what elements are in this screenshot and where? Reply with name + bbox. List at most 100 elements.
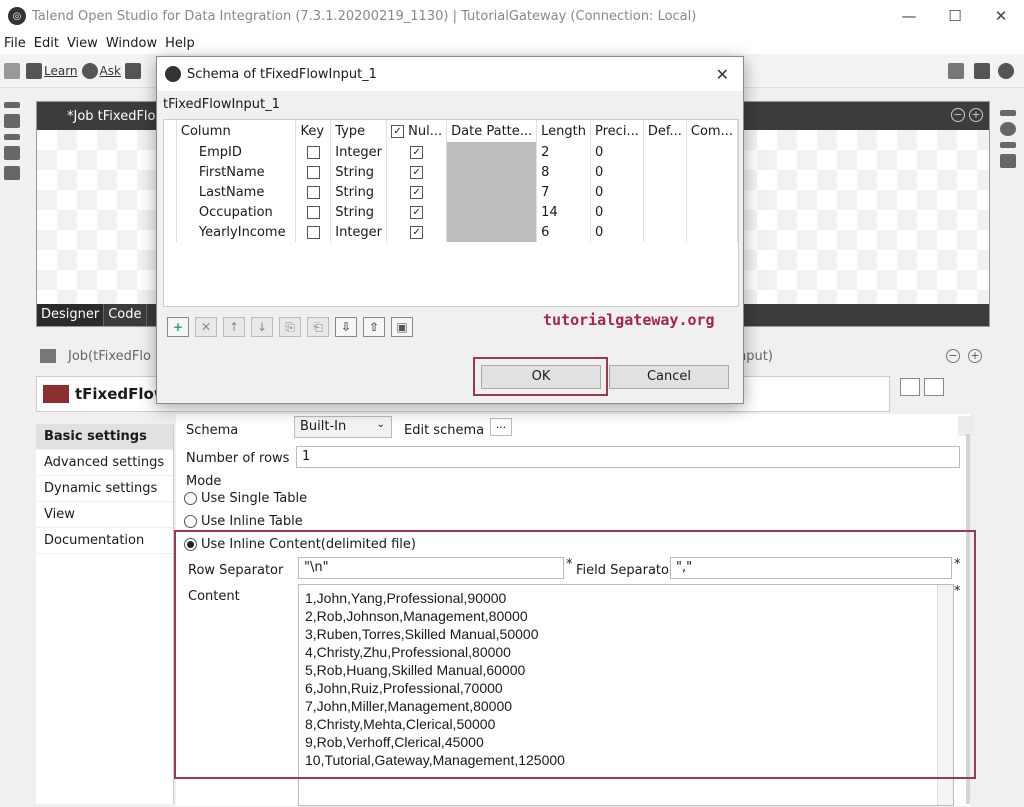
restore-icon-right[interactable] (1000, 110, 1016, 116)
palette-right-icon[interactable] (1000, 122, 1016, 136)
cell-column[interactable]: LastName (176, 182, 297, 202)
copy-icon[interactable]: ⎘ (279, 317, 301, 337)
learn-button[interactable]: Learn (26, 62, 78, 79)
tab-code[interactable]: Code (104, 304, 147, 326)
restore-icon-right-2[interactable] (1000, 142, 1016, 148)
save-toolbar-button[interactable] (4, 62, 22, 79)
menu-view[interactable]: View (63, 36, 102, 51)
maximize-panel-icon[interactable]: + (969, 108, 983, 122)
cancel-button[interactable]: Cancel (609, 365, 729, 389)
cell-length[interactable]: 6 (536, 222, 592, 242)
table-row[interactable]: EmpID Integer ✓ 2 0 (164, 142, 739, 162)
checkbox-checked[interactable]: ✓ (391, 124, 405, 138)
menu-edit[interactable]: Edit (30, 36, 63, 51)
minimize-panel-icon[interactable]: − (951, 108, 965, 122)
exchange-button[interactable] (124, 62, 143, 79)
move-down-icon[interactable]: ↓ (251, 317, 273, 337)
remove-row-icon[interactable]: ✕ (195, 317, 217, 337)
table-row[interactable]: YearlyIncome Integer ✓ 6 0 (164, 222, 739, 242)
cell-precision[interactable]: 0 (590, 222, 644, 242)
menu-window[interactable]: Window (102, 36, 161, 51)
cell-type[interactable]: String (330, 182, 388, 202)
menu-help[interactable]: Help (161, 36, 199, 51)
rows-input[interactable]: 1 (296, 446, 960, 468)
nullable-checkbox[interactable]: ✓ (410, 145, 424, 159)
col-header-default[interactable]: Def... (643, 120, 687, 142)
cell-type[interactable]: String (330, 162, 388, 182)
minimize-button[interactable]: — (886, 0, 932, 32)
key-checkbox[interactable] (306, 205, 320, 219)
cell-type[interactable]: String (330, 202, 388, 222)
import-icon[interactable]: ⇩ (335, 317, 357, 337)
key-checkbox[interactable] (306, 225, 320, 239)
key-checkbox[interactable] (306, 185, 320, 199)
ask-button[interactable]: Ask (81, 62, 121, 79)
scroll-up-arrow[interactable] (958, 416, 974, 436)
tab-designer[interactable]: Designer (37, 304, 105, 326)
cell-length[interactable]: 8 (536, 162, 592, 182)
nav-dynamic-settings[interactable]: Dynamic settings (36, 476, 173, 502)
perspective-button-3[interactable] (998, 62, 1016, 79)
cell-type[interactable]: Integer (330, 142, 388, 162)
outline-icon[interactable] (4, 166, 20, 180)
col-header-key[interactable]: Key (295, 120, 332, 142)
ok-button[interactable]: OK (481, 365, 601, 389)
col-header-nullable[interactable]: ✓ Nul... (386, 120, 448, 142)
move-up-icon[interactable]: ↑ (223, 317, 245, 337)
col-header-length[interactable]: Length (536, 120, 592, 142)
schema-select[interactable]: Built-In ⌄ (294, 416, 392, 438)
col-header-column[interactable]: Column (176, 120, 297, 142)
key-checkbox[interactable] (306, 145, 320, 159)
cell-precision[interactable]: 0 (590, 162, 644, 182)
nullable-checkbox[interactable]: ✓ (410, 225, 424, 239)
table-row[interactable]: FirstName String ✓ 8 0 (164, 162, 739, 182)
cell-column[interactable]: EmpID (176, 142, 297, 162)
add-row-icon[interactable]: + (167, 317, 189, 337)
nullable-checkbox[interactable]: ✓ (410, 165, 424, 179)
help-icon[interactable] (1000, 154, 1016, 168)
table-row[interactable]: LastName String ✓ 7 0 (164, 182, 739, 202)
perspective-button-1[interactable] (948, 62, 966, 79)
maximize-button[interactable]: ☐ (932, 0, 978, 32)
col-header-type[interactable]: Type (330, 120, 388, 142)
nullable-checkbox[interactable]: ✓ (410, 205, 424, 219)
cell-precision[interactable]: 0 (590, 182, 644, 202)
cell-length[interactable]: 7 (536, 182, 592, 202)
cell-length[interactable]: 2 (536, 142, 592, 162)
dialog-close-button[interactable]: ✕ (716, 65, 729, 84)
table-row[interactable]: Occupation String ✓ 14 0 (164, 202, 739, 222)
col-header-comment[interactable]: Com... (686, 120, 739, 142)
perspective-button-2[interactable] (974, 62, 992, 79)
nav-basic-settings[interactable]: Basic settings (36, 424, 173, 450)
restore-icon-2[interactable] (4, 134, 20, 140)
palette-icon[interactable] (4, 146, 20, 160)
close-window-button[interactable]: ✕ (978, 0, 1024, 32)
nav-view[interactable]: View (36, 502, 173, 528)
key-checkbox[interactable] (306, 165, 320, 179)
edit-schema-button[interactable]: ... (490, 418, 512, 436)
restore-icon[interactable] (4, 102, 20, 108)
nav-advanced-settings[interactable]: Advanced settings (36, 450, 173, 476)
paste-icon[interactable]: ⎗ (307, 317, 329, 337)
layout-grid-icon[interactable] (900, 378, 920, 396)
col-header-date-pattern[interactable]: Date Patte... (446, 120, 538, 142)
menu-file[interactable]: File (0, 36, 30, 51)
job-tab-title[interactable]: *Job tFixedFlo (67, 109, 156, 124)
layout-toggle-icons[interactable] (900, 378, 946, 398)
home-icon[interactable] (4, 114, 20, 128)
cell-column[interactable]: YearlyIncome (176, 222, 297, 242)
cell-length[interactable]: 14 (536, 202, 592, 222)
cell-precision[interactable]: 0 (590, 142, 644, 162)
cell-type[interactable]: Integer (330, 222, 388, 242)
col-header-precision[interactable]: Preci... (590, 120, 644, 142)
save-schema-icon[interactable]: ▣ (391, 317, 413, 337)
minimize-view-icon[interactable]: − (946, 349, 960, 363)
maximize-view-icon[interactable]: + (968, 349, 982, 363)
cell-column[interactable]: Occupation (176, 202, 297, 222)
cell-precision[interactable]: 0 (590, 202, 644, 222)
export-icon[interactable]: ⇧ (363, 317, 385, 337)
cell-column[interactable]: FirstName (176, 162, 297, 182)
layout-list-icon[interactable] (924, 378, 944, 396)
nav-documentation[interactable]: Documentation (36, 528, 173, 554)
radio-inline-table[interactable]: Use Inline Table (184, 514, 303, 529)
